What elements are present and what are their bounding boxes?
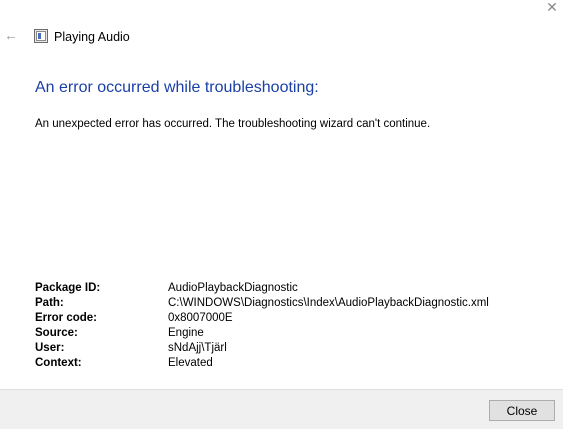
detail-row-source: Source: Engine — [35, 326, 489, 341]
detail-value: Engine — [168, 327, 204, 339]
detail-row-error-code: Error code: 0x8007000E — [35, 311, 489, 326]
detail-label: Path: — [35, 297, 64, 309]
detail-value: AudioPlaybackDiagnostic — [168, 282, 298, 294]
footer-bar: Close — [0, 389, 563, 429]
detail-row-package-id: Package ID: AudioPlaybackDiagnostic — [35, 281, 489, 296]
detail-label: Context: — [35, 357, 82, 369]
detail-value: C:\WINDOWS\Diagnostics\Index\AudioPlayba… — [168, 297, 489, 309]
detail-label: User: — [35, 342, 65, 354]
error-message: An unexpected error has occurred. The tr… — [35, 118, 431, 130]
detail-label: Source: — [35, 327, 78, 339]
troubleshooter-app-icon — [34, 29, 48, 43]
detail-row-user: User: sNdAjj\Tjärl — [35, 341, 489, 356]
detail-label: Error code: — [35, 312, 97, 324]
close-button[interactable]: Close — [489, 400, 555, 421]
error-details: Package ID: AudioPlaybackDiagnostic Path… — [35, 281, 489, 371]
back-arrow-icon[interactable]: ← — [4, 27, 20, 43]
detail-label: Package ID: — [35, 282, 101, 294]
error-heading: An error occurred while troubleshooting: — [35, 79, 319, 96]
detail-value: sNdAjj\Tjärl — [168, 342, 227, 354]
detail-value: Elevated — [168, 357, 213, 369]
detail-row-path: Path: C:\WINDOWS\Diagnostics\Index\Audio… — [35, 296, 489, 311]
detail-row-context: Context: Elevated — [35, 356, 489, 371]
detail-value: 0x8007000E — [168, 312, 233, 324]
window-title: Playing Audio — [54, 30, 130, 44]
close-icon[interactable]: ✕ — [541, 0, 563, 14]
